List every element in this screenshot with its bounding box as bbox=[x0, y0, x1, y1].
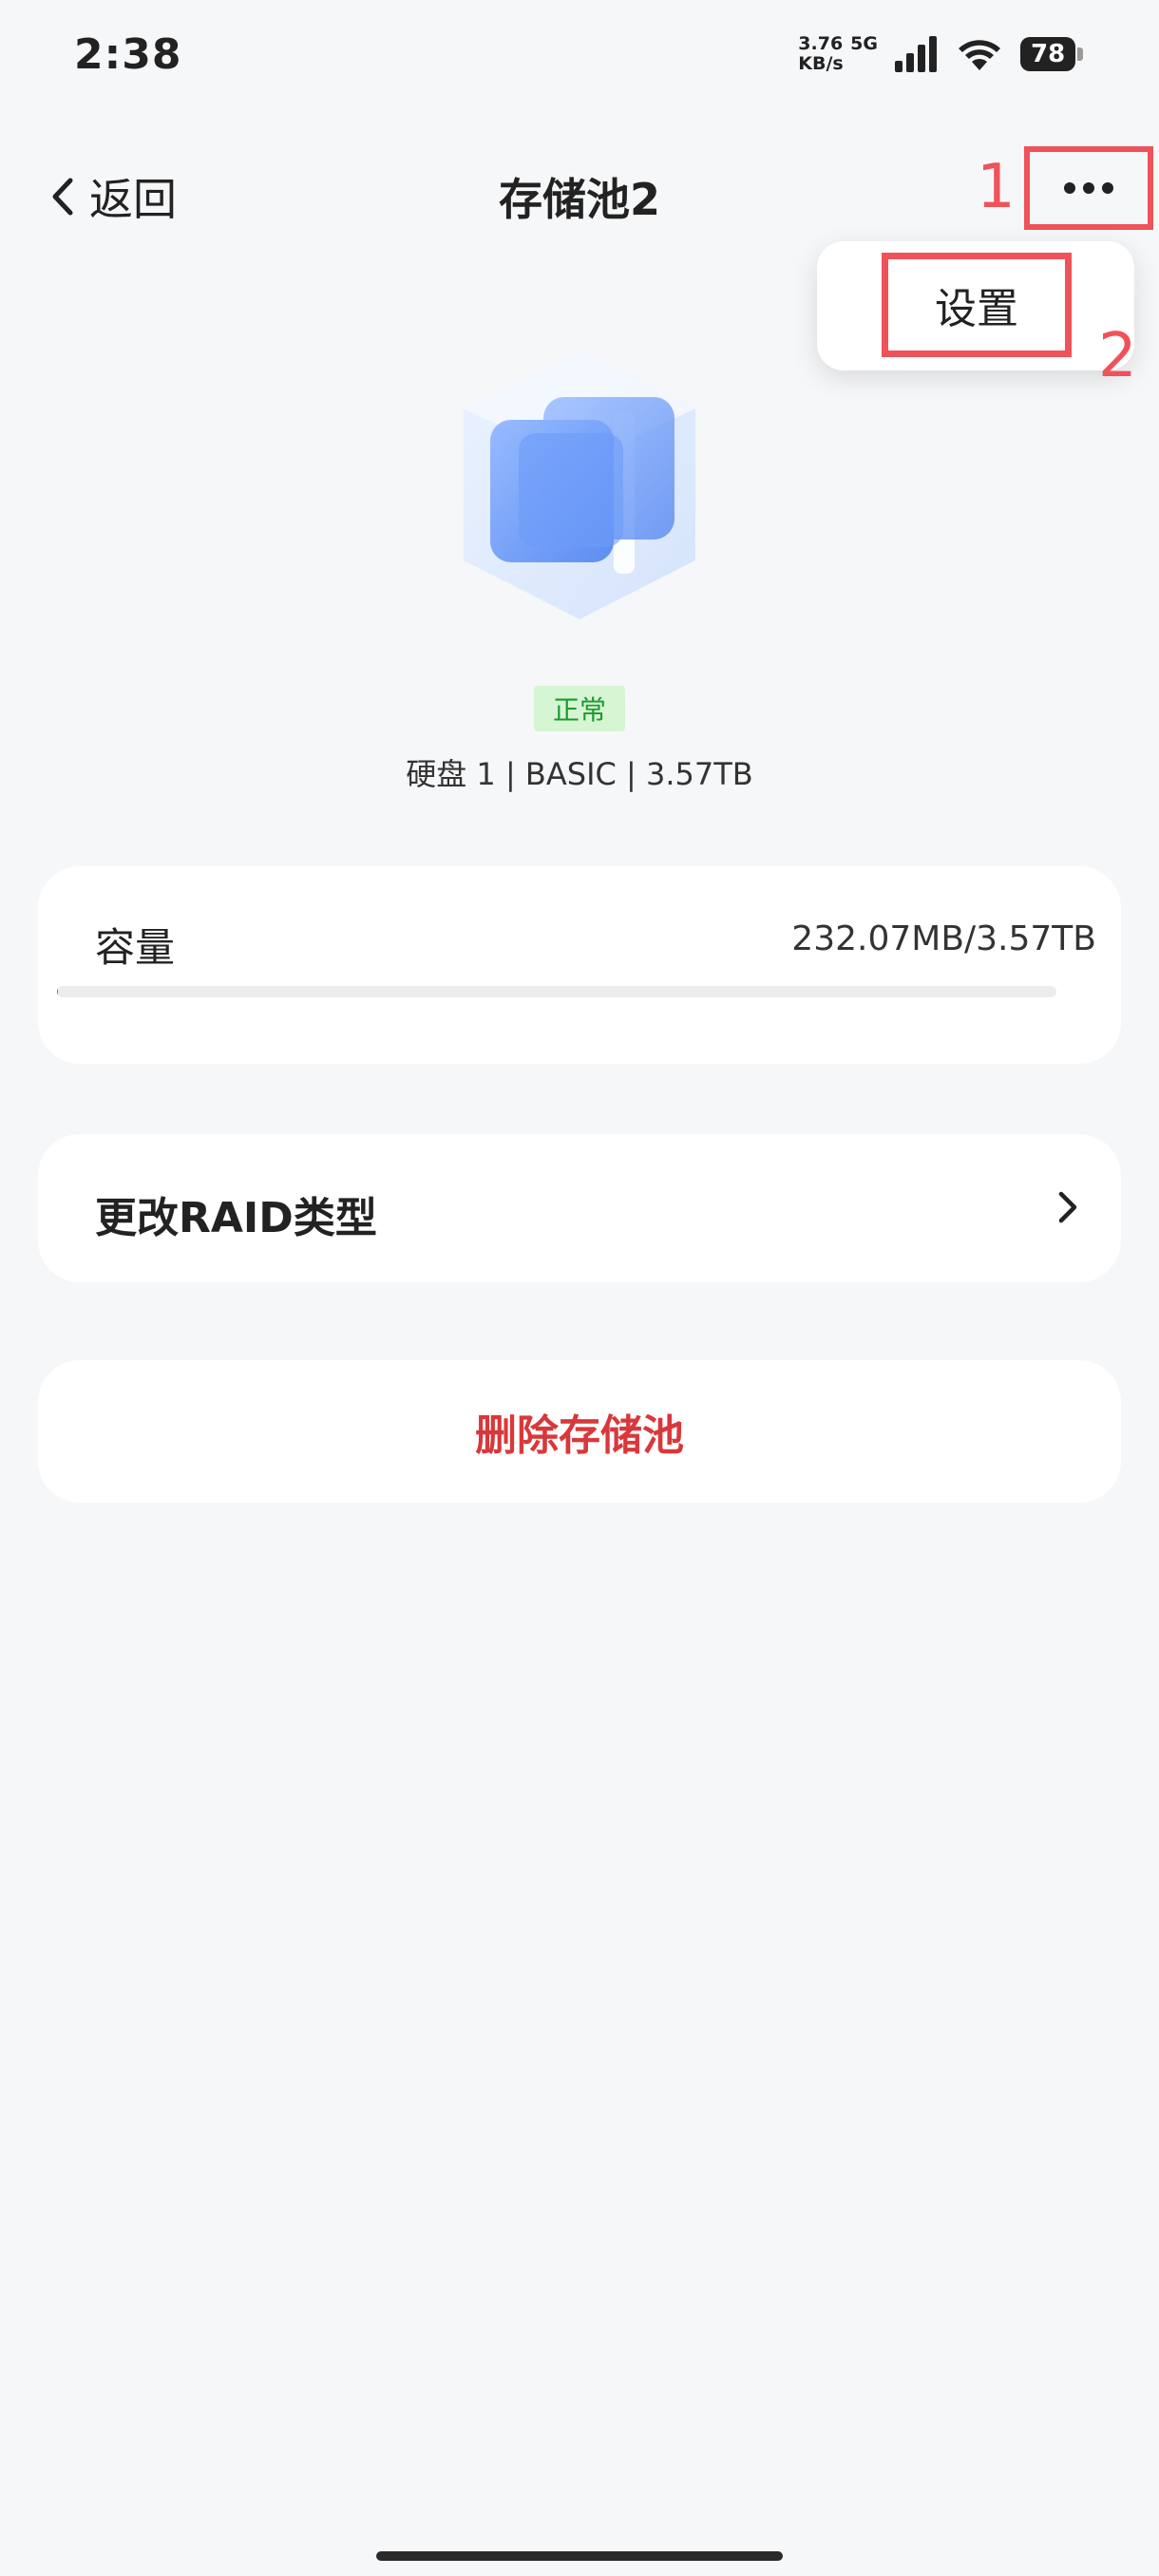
capacity-label: 容量 bbox=[95, 924, 176, 971]
options-dropdown-menu: 设置 bbox=[817, 241, 1134, 370]
wifi-icon bbox=[959, 40, 1000, 70]
change-raid-type-label: 更改RAID类型 bbox=[95, 1194, 377, 1242]
annotation-number-2: 2 bbox=[1098, 321, 1137, 391]
network-speed: 3.76 5G KB/s bbox=[798, 34, 878, 74]
home-indicator[interactable] bbox=[376, 2551, 783, 2561]
header: 返回 存储池2 1 bbox=[0, 142, 1159, 247]
battery-indicator: 78 bbox=[1020, 37, 1083, 71]
change-raid-type-button[interactable]: 更改RAID类型 bbox=[38, 1134, 1121, 1282]
annotation-number-1: 1 bbox=[977, 152, 1016, 222]
chevron-right-icon bbox=[1058, 1191, 1077, 1223]
capacity-progress-bar bbox=[57, 986, 1056, 997]
status-bar: 2:38 3.76 5G KB/s 78 bbox=[0, 0, 1159, 114]
storage-pool-icon bbox=[464, 351, 695, 619]
disk-info: 硬盘 1 | BASIC | 3.57TB bbox=[406, 756, 753, 792]
more-options-button[interactable] bbox=[1024, 146, 1153, 230]
capacity-card: 容量 232.07MB/3.57TB bbox=[38, 866, 1121, 1064]
network-speed-value: 3.76 bbox=[798, 33, 844, 54]
status-icons: 3.76 5G KB/s 78 bbox=[798, 34, 1083, 74]
battery-cap-icon bbox=[1077, 47, 1083, 61]
delete-storage-pool-button[interactable]: 删除存储池 bbox=[38, 1360, 1121, 1503]
battery-level: 78 bbox=[1020, 37, 1076, 71]
more-dots-icon bbox=[1064, 182, 1113, 194]
status-badge: 正常 bbox=[534, 686, 625, 731]
signal-icon bbox=[895, 36, 937, 72]
menu-item-settings[interactable]: 设置 bbox=[882, 253, 1072, 357]
network-type: 5G bbox=[850, 33, 878, 54]
capacity-value: 232.07MB/3.57TB bbox=[791, 919, 1096, 958]
status-time: 2:38 bbox=[74, 30, 182, 79]
delete-storage-pool-label: 删除存储池 bbox=[475, 1411, 684, 1460]
network-speed-unit: KB/s bbox=[798, 53, 844, 74]
